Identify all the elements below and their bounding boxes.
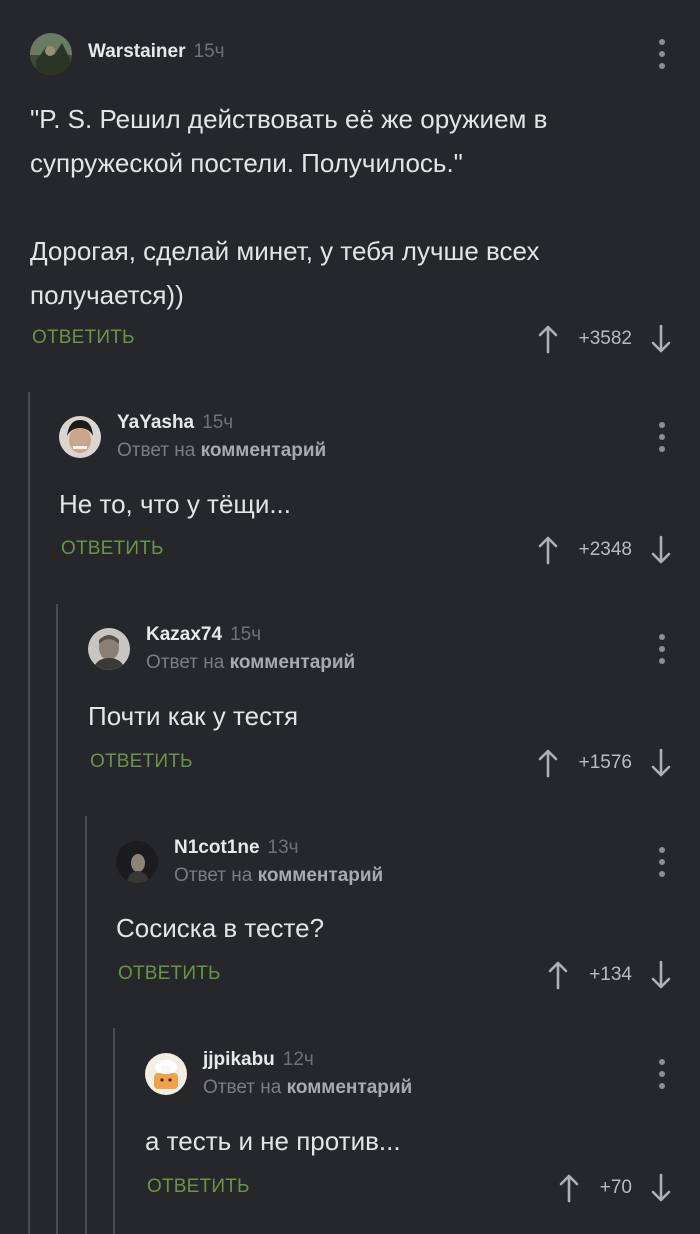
reply-button[interactable]: ОТВЕТИТЬ	[90, 751, 193, 773]
username[interactable]: N1cot1ne 13ч	[174, 837, 299, 859]
reply-to-line: Ответ на комментарий	[174, 865, 383, 887]
arrow-up-icon[interactable]	[556, 1171, 582, 1205]
arrow-up-icon[interactable]	[535, 746, 561, 780]
comment-text: а тесть и не против...	[145, 1126, 401, 1156]
comment-text: Почти как у тестя	[88, 701, 299, 731]
comment-footer: ОТВЕТИТЬ +2348	[59, 532, 700, 568]
arrow-up-icon[interactable]	[535, 322, 561, 356]
comment-header: Kazax74 15ч Ответ на комментарий	[88, 624, 700, 674]
arrow-down-icon[interactable]	[648, 958, 674, 992]
comment-text: Сосиска в тесте?	[116, 913, 325, 943]
username-text[interactable]: Warstainer	[88, 41, 186, 62]
username[interactable]: jjpikabu 12ч	[203, 1049, 314, 1071]
more-options-icon[interactable]	[652, 1059, 672, 1089]
username-text[interactable]: Kazax74	[146, 624, 222, 645]
vote-score: +3582	[578, 328, 632, 349]
comment-footer: ОТВЕТИТЬ +3582	[30, 321, 700, 357]
comment-warstainer: Warstainer 15ч "P. S. Решил действовать е…	[30, 33, 700, 373]
arrow-down-icon[interactable]	[648, 322, 674, 356]
avatar[interactable]	[145, 1053, 187, 1095]
reply-to-prefix: Ответ на	[117, 440, 196, 461]
username-text[interactable]: jjpikabu	[203, 1049, 275, 1070]
reply-to-prefix: Ответ на	[203, 1077, 282, 1098]
arrow-down-icon[interactable]	[648, 1171, 674, 1205]
reply-to-link[interactable]: комментарий	[201, 440, 327, 461]
username[interactable]: Kazax74 15ч	[146, 624, 261, 646]
username-text[interactable]: N1cot1ne	[174, 837, 260, 858]
thread-line-level-1	[28, 392, 30, 1234]
thread-line-level-2	[56, 604, 58, 1234]
arrow-down-icon[interactable]	[648, 746, 674, 780]
vote-controls: +2348	[535, 532, 674, 568]
comment-header: YaYasha 15ч Ответ на комментарий	[59, 412, 700, 462]
reply-button[interactable]: ОТВЕТИТЬ	[147, 1176, 250, 1198]
avatar[interactable]	[30, 33, 72, 75]
vote-controls: +134	[545, 957, 674, 993]
reply-to-link[interactable]: комментарий	[287, 1077, 413, 1098]
arrow-up-icon[interactable]	[545, 958, 571, 992]
thread-line-level-3	[85, 816, 87, 1234]
comment-header: Warstainer 15ч	[30, 33, 700, 77]
more-options-icon[interactable]	[652, 39, 672, 69]
avatar[interactable]	[88, 628, 130, 670]
avatar[interactable]	[116, 841, 158, 883]
comment-time: 15ч	[230, 624, 262, 645]
comment-header: jjpikabu 12ч Ответ на комментарий	[145, 1049, 700, 1099]
username[interactable]: Warstainer 15ч	[88, 41, 225, 63]
vote-controls: +3582	[535, 321, 674, 357]
reply-to-link[interactable]: комментарий	[230, 652, 356, 673]
comment-text: "P. S. Решил действовать её же оружием в…	[30, 104, 548, 310]
comment-n1cot1ne: N1cot1ne 13ч Ответ на комментарий Сосиска…	[116, 837, 700, 1001]
avatar[interactable]	[59, 416, 101, 458]
comment-time: 13ч	[267, 837, 299, 858]
more-options-icon[interactable]	[652, 634, 672, 664]
arrow-up-icon[interactable]	[535, 533, 561, 567]
comment-time: 15ч	[202, 412, 234, 433]
comment-kazax74: Kazax74 15ч Ответ на комментарий Почти ка…	[88, 624, 700, 788]
comment-footer: ОТВЕТИТЬ +70	[145, 1170, 700, 1206]
more-options-icon[interactable]	[652, 422, 672, 452]
comment-footer: ОТВЕТИТЬ +1576	[88, 745, 700, 781]
comment-time: 12ч	[282, 1049, 314, 1070]
vote-score: +2348	[578, 539, 632, 560]
reply-to-line: Ответ на комментарий	[203, 1077, 412, 1099]
vote-score: +70	[599, 1177, 632, 1198]
reply-button[interactable]: ОТВЕТИТЬ	[32, 327, 135, 349]
username[interactable]: YaYasha 15ч	[117, 412, 233, 434]
reply-button[interactable]: ОТВЕТИТЬ	[118, 963, 221, 985]
comment-jjpikabu: jjpikabu 12ч Ответ на комментарий а тесть…	[145, 1049, 700, 1213]
vote-score: +134	[589, 964, 632, 985]
comment-text: Не то, что у тёщи...	[59, 489, 292, 519]
comment-time: 15ч	[193, 41, 225, 62]
thread-line-level-4	[113, 1028, 115, 1234]
reply-to-prefix: Ответ на	[174, 865, 253, 886]
reply-to-line: Ответ на комментарий	[117, 440, 326, 462]
vote-controls: +70	[556, 1170, 674, 1206]
comment-header: N1cot1ne 13ч Ответ на комментарий	[116, 837, 700, 887]
more-options-icon[interactable]	[652, 847, 672, 877]
username-text[interactable]: YaYasha	[117, 412, 194, 433]
reply-button[interactable]: ОТВЕТИТЬ	[61, 538, 164, 560]
vote-controls: +1576	[535, 745, 674, 781]
reply-to-prefix: Ответ на	[146, 652, 225, 673]
comment-yayasha: YaYasha 15ч Ответ на комментарий Не то, ч…	[59, 412, 700, 576]
vote-score: +1576	[578, 752, 632, 773]
comment-footer: ОТВЕТИТЬ +134	[116, 957, 700, 993]
arrow-down-icon[interactable]	[648, 533, 674, 567]
reply-to-link[interactable]: комментарий	[258, 865, 384, 886]
reply-to-line: Ответ на комментарий	[146, 652, 355, 674]
